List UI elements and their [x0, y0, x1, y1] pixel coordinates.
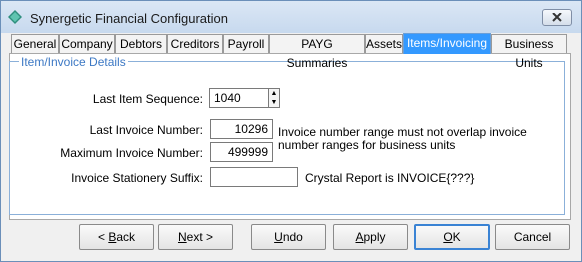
spin-down-icon[interactable]: ▼ [269, 98, 279, 107]
apply-button[interactable]: Apply [333, 224, 408, 250]
range-note-line2: number ranges for business units [278, 138, 456, 152]
stationery-suffix-label: Invoice Stationery Suffix: [71, 171, 203, 185]
last-item-sequence-label: Last Item Sequence: [92, 92, 203, 106]
tab-debtors[interactable]: Debtors [115, 34, 167, 53]
close-button[interactable] [542, 9, 572, 26]
tab-items-invoicing[interactable]: Items/Invoicing [403, 33, 491, 54]
sequence-spinner[interactable]: ▲ ▼ [268, 88, 280, 108]
spin-up-icon[interactable]: ▲ [269, 89, 279, 98]
range-note-line1: Invoice number range must not overlap in… [278, 125, 527, 139]
ok-button[interactable]: OK [414, 224, 490, 250]
stationery-suffix-input[interactable] [210, 167, 298, 187]
last-invoice-number-label: Last Invoice Number: [89, 123, 203, 137]
tab-payg-summaries[interactable]: PAYG Summaries [269, 34, 365, 70]
window-title: Synergetic Financial Configuration [30, 11, 228, 26]
maximum-invoice-number-input[interactable]: 499999 [210, 142, 273, 162]
diamond-app-icon [8, 10, 22, 24]
tab-payroll[interactable]: Payroll [223, 34, 269, 53]
next-button[interactable]: Next > [158, 224, 233, 250]
back-button[interactable]: < Back [79, 224, 154, 250]
tab-creditors[interactable]: Creditors [167, 34, 223, 53]
last-invoice-number-input[interactable]: 10296 [210, 119, 273, 139]
tab-general[interactable]: General [11, 34, 59, 53]
close-icon [552, 13, 562, 22]
config-window: Synergetic Financial Configuration Item/… [0, 0, 582, 262]
cancel-button[interactable]: Cancel [495, 224, 570, 250]
tab-company[interactable]: Company [59, 34, 115, 53]
maximum-invoice-number-label: Maximum Invoice Number: [60, 146, 203, 160]
group-title: Item/Invoice Details [19, 55, 128, 69]
tab-assets[interactable]: Assets [365, 34, 403, 53]
crystal-report-note: Crystal Report is INVOICE{???} [305, 171, 475, 185]
last-item-sequence-input[interactable]: 1040 [209, 88, 269, 108]
undo-button[interactable]: Undo [251, 224, 326, 250]
title-bar[interactable]: Synergetic Financial Configuration [1, 1, 581, 33]
tab-business-units[interactable]: Business Units [491, 34, 567, 70]
